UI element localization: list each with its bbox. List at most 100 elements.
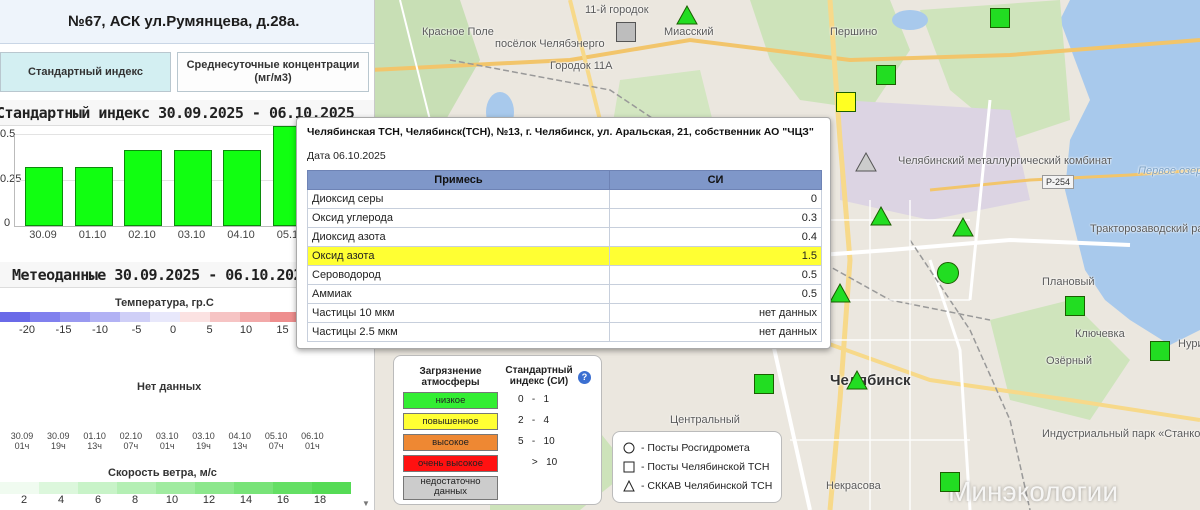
wind-tick: 10: [165, 494, 179, 506]
wind-tick: 16: [276, 494, 290, 506]
tab-standard-index[interactable]: Стандартный индекс: [0, 52, 171, 92]
station-triangle-marker[interactable]: [952, 216, 974, 242]
y-tick: 0: [4, 217, 11, 229]
station-circle-marker[interactable]: [937, 262, 959, 284]
time-date: 04.10: [228, 431, 252, 441]
temperature-scale-cell: [60, 312, 90, 322]
column-header-si: СИ: [609, 170, 822, 190]
table-row: Сероводород 0.5: [307, 265, 822, 285]
station-triangle-marker[interactable]: [676, 4, 698, 30]
legend-level-box: низкое: [403, 392, 498, 409]
legend-col-si: Стандартный индекс (СИ): [505, 365, 573, 387]
map-label: посёлок Челябэнерго: [495, 38, 605, 50]
table-row: Оксид азота 1.5: [307, 246, 822, 266]
pollution-legend: Загрязнение атмосферы Стандартный индекс…: [393, 355, 602, 505]
meteo-title: Метеоданные 30.09.2025 - 06.10.2025: [12, 266, 311, 284]
time-hour: 19ч: [50, 441, 66, 451]
map-label: Озёрный: [1046, 355, 1092, 367]
popup-date: Дата 06.10.2025: [307, 150, 386, 162]
map-label: Ключевка: [1075, 328, 1125, 340]
no-data-label: Нет данных: [137, 381, 202, 393]
time-date: 06.10: [301, 431, 324, 441]
time-label: 03.10 19ч: [186, 431, 222, 451]
temperature-tick: -10: [92, 324, 108, 336]
pollutant-name: Частицы 10 мкм: [307, 303, 610, 323]
wind-scale-cell: [273, 482, 312, 494]
temperature-scale-cell: [150, 312, 180, 322]
station-type-legend: - Посты Росгидромета - Посты Челябинской…: [612, 431, 782, 503]
pollutant-si-value: 0.5: [609, 284, 822, 304]
legend-level-box: недостаточно данных: [403, 476, 498, 500]
table-row: Диоксид серы 0: [307, 189, 822, 209]
station-title: №67, АСК ул.Румянцева, д.28а.: [0, 0, 374, 44]
station-triangle-marker[interactable]: [870, 205, 892, 231]
temperature-tick: 10: [239, 324, 253, 336]
time-date: 30.09: [10, 431, 34, 441]
time-hour: 07ч: [268, 441, 284, 451]
station-square-marker[interactable]: [940, 472, 960, 492]
square-icon: [623, 461, 635, 473]
temperature-tick: -15: [55, 324, 72, 336]
station-triangle-marker[interactable]: [846, 369, 868, 395]
legend-level-range: 2 - 4: [518, 415, 550, 426]
pollutant-table: Примесь СИ Диоксид серы 0 Оксид углерода 0.…: [307, 170, 822, 342]
map-label: Челябинск: [830, 372, 911, 389]
pollutant-si-value: 1.5: [609, 246, 822, 266]
map-label: Городок 11А: [550, 60, 613, 72]
time-label: 04.10 13ч: [222, 431, 258, 451]
legend-label: - СККАВ Челябинской ТСН: [641, 480, 773, 492]
table-row: Диоксид азота 0.4: [307, 227, 822, 247]
temperature-title: Температура, гр.С: [115, 297, 214, 309]
station-square-marker[interactable]: [836, 92, 856, 112]
station-square-marker[interactable]: [1150, 341, 1170, 361]
station-triangle-marker[interactable]: [829, 282, 851, 308]
time-hour: 01ч: [305, 441, 320, 451]
pollutant-si-value: 0.5: [609, 265, 822, 285]
station-square-marker[interactable]: [616, 22, 636, 42]
map-label: Индустриальный парк «Станкомаш»: [1042, 428, 1200, 440]
wind-scale-cell: [195, 482, 234, 494]
station-square-marker[interactable]: [1065, 296, 1085, 316]
popup-header: Челябинская ТСН, Челябинск(ТСН), №13, г.…: [307, 126, 814, 138]
pollutant-name: Частицы 2.5 мкм: [307, 322, 610, 342]
pollutant-si-value: 0: [609, 189, 822, 209]
legend-level-box: повышенное: [403, 413, 498, 430]
time-label: 30.09 01ч: [4, 431, 40, 451]
pollutant-name: Сероводород: [307, 265, 610, 285]
tab-daily-concentrations[interactable]: Среднесуточные концентрации (мг/м3): [177, 52, 369, 92]
time-label: 05.10 07ч: [258, 431, 294, 451]
time-hour: 07ч: [123, 441, 139, 451]
temperature-tick: -5: [131, 324, 142, 336]
map-label: Нурил: [1178, 338, 1200, 350]
x-tick: 30.09: [29, 229, 57, 241]
x-tick: 01.10: [78, 229, 107, 241]
time-hour: 01ч: [159, 441, 175, 451]
time-hour: 13ч: [87, 441, 102, 451]
table-row: Частицы 2.5 мкм нет данных: [307, 322, 822, 342]
wind-tick: 12: [202, 494, 216, 506]
map-label: 11-й городок: [585, 4, 649, 16]
legend-rosgidromet: - Посты Росгидромета: [623, 442, 750, 454]
chart-bar: [223, 149, 261, 226]
wind-scale-cell: [0, 482, 39, 494]
station-triangle-marker[interactable]: [855, 151, 877, 177]
station-square-marker[interactable]: [754, 374, 774, 394]
time-label: 06.10 01ч: [294, 431, 330, 451]
legend-tsn: - Посты Челябинской ТСН: [623, 461, 769, 473]
road-badge: P-254: [1042, 175, 1075, 189]
time-hour: 01ч: [14, 441, 30, 451]
table-row: Оксид углерода 0.3: [307, 208, 822, 228]
station-square-marker[interactable]: [990, 8, 1010, 28]
time-label: 01.10 13ч: [77, 431, 113, 451]
station-square-marker[interactable]: [876, 65, 896, 85]
time-date: 03.10: [155, 431, 179, 441]
scroll-down-arrow-icon[interactable]: ▼: [362, 499, 370, 508]
x-tick: 02.10: [128, 229, 156, 241]
circle-icon: [623, 442, 635, 454]
wind-tick: 2: [20, 494, 28, 506]
map-label: Тракторозаводский район: [1090, 223, 1200, 235]
help-icon[interactable]: ?: [578, 371, 591, 384]
station-popup: Челябинская ТСН, Челябинск(ТСН), №13, г.…: [296, 117, 831, 349]
time-date: 01.10: [83, 431, 106, 441]
pollutant-name: Оксид азота: [307, 246, 610, 266]
